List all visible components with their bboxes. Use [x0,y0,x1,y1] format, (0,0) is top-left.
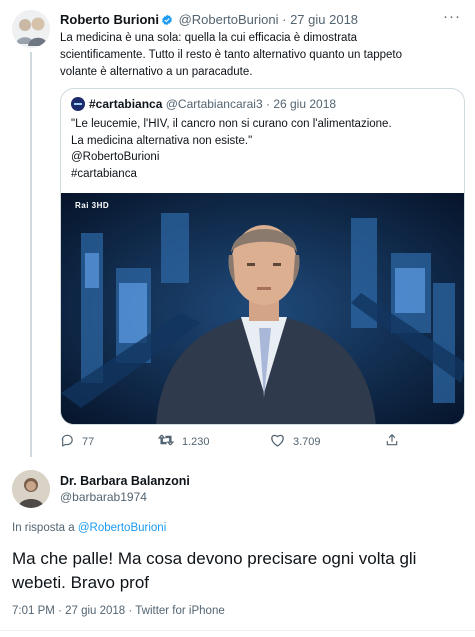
quoted-handle: @Cartabiancarai3 [165,97,263,111]
reply-text-line: Ma che palle! Ma cosa devono precisare o… [12,549,417,568]
separator: · [58,605,62,617]
reply-author-name[interactable]: Dr. Barbara Balanzoni [60,474,190,488]
channel-logo: Rai 3HD [75,201,110,210]
verified-badge-icon [161,14,173,29]
more-icon[interactable]: ··· [443,8,461,25]
tweet-header: Roberto Burioni @RobertoBurioni · 27 giu… [60,12,358,29]
in-reply-to: In risposta a @RobertoBurioni [12,522,166,534]
author-name[interactable]: Roberto Burioni [60,12,159,27]
quoted-avatar [71,97,85,111]
reply-author-handle[interactable]: @barbarab1974 [60,490,147,504]
tweet-text-line: La medicina è una sola: quella la cui ef… [60,32,358,44]
in-reply-handle-link[interactable]: @RobertoBurioni [78,522,166,534]
reply-metadata: 7:01 PM · 27 giu 2018 · Twitter for iPho… [12,605,225,617]
reply-author-avatar[interactable] [12,470,50,508]
thread-line [30,52,32,457]
tweet-text-line: volante è alternativo a un paracadute. [60,66,253,78]
quoted-tweet-text: "Le leucemie, l'HIV, il cancro non si cu… [71,116,392,182]
quoted-text-line: "Le leucemie, l'HIV, il cancro non si cu… [71,118,392,130]
author-avatar[interactable] [12,10,50,48]
retweet-action[interactable]: 1.230 [157,433,210,450]
tweet-actions: 77 1.230 3.709 [60,433,420,453]
reply-text-line: webeti. Bravo prof [12,573,150,592]
divider [0,630,475,631]
separator: · [265,97,270,111]
like-count: 3.709 [293,435,321,448]
quoted-tweet-card[interactable]: #cartabianca @Cartabiancarai3 · 26 giu 2… [60,88,465,425]
quoted-text-line: La medicina alternativa non esiste." [71,134,253,147]
share-action[interactable] [385,433,399,450]
quoted-text-line: @RobertoBurioni [71,151,160,163]
in-reply-prefix: In risposta a [12,522,75,534]
tweet-text: La medicina è una sola: quella la cui ef… [60,30,460,81]
reply-time[interactable]: 7:01 PM [12,605,55,617]
quoted-video-media[interactable]: Rai 3HD [61,193,464,424]
separator: · [128,605,133,617]
reply-count: 77 [82,435,95,448]
tweet-text-line: scientificamente. Tutto il resto è tanto… [60,49,403,61]
reply-date[interactable]: 27 giu 2018 [65,605,125,617]
video-frame [61,193,464,424]
reply-icon [60,433,74,450]
reply-action[interactable]: 77 [60,433,94,450]
retweet-icon [157,433,175,450]
share-icon [385,433,399,450]
reply-text: Ma che palle! Ma cosa devono precisare o… [12,547,467,595]
author-handle[interactable]: @RobertoBurioni [179,12,279,27]
retweet-count: 1.230 [182,435,210,448]
like-icon [270,433,285,450]
quoted-tweet-header: #cartabianca @Cartabiancarai3 · 26 giu 2… [71,97,336,111]
like-action[interactable]: 3.709 [270,433,321,450]
separator: · [282,12,287,27]
reply-client[interactable]: Twitter for iPhone [135,605,224,617]
quoted-date: 26 giu 2018 [273,97,337,111]
quoted-name: #cartabianca [89,97,163,111]
tweet-date[interactable]: 27 giu 2018 [290,12,358,27]
quoted-text-line: #cartabianca [71,167,137,180]
